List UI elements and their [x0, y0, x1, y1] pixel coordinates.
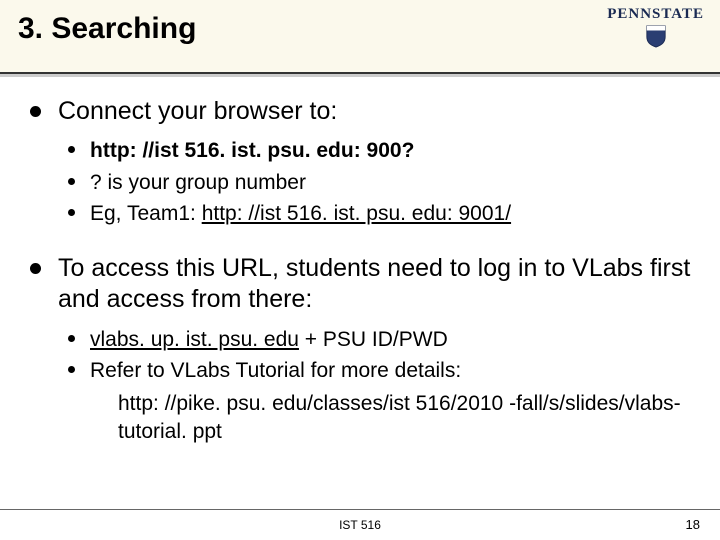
slide-title: 3. Searching: [18, 12, 196, 45]
bullet-text: Connect your browser to:: [58, 97, 337, 125]
tutorial-url: http: //pike. psu. edu/classes/ist 516/2…: [118, 392, 681, 442]
footer-course: IST 516: [0, 518, 720, 532]
pennstate-logo: PENNSTATE: [607, 6, 704, 53]
url-pattern-text: http: //ist 516. ist. psu. edu: 900?: [90, 139, 414, 162]
logo-text: PENNSTATE: [607, 6, 704, 23]
title-bar: 3. Searching PENNSTATE: [0, 0, 720, 74]
sub-bullet-group-number: ? is your group number: [64, 169, 692, 196]
vlabs-suffix: + PSU ID/PWD: [299, 328, 448, 351]
example-link[interactable]: http: //ist 516. ist. psu. edu: 9001/: [202, 202, 511, 225]
group-number-text: ? is your group number: [90, 171, 306, 194]
tutorial-url-block: http: //pike. psu. edu/classes/ist 516/2…: [118, 390, 692, 445]
example-prefix: Eg, Team1:: [90, 202, 202, 225]
bullet-connect: Connect your browser to: http: //ist 516…: [28, 96, 692, 227]
tutorial-text: Refer to VLabs Tutorial for more details…: [90, 359, 461, 382]
page-number: 18: [686, 517, 700, 532]
bullet-vlabs: To access this URL, students need to log…: [28, 253, 692, 445]
footer-divider: [0, 509, 720, 510]
sub-bullet-vlabs-url: vlabs. up. ist. psu. edu + PSU ID/PWD: [64, 326, 692, 353]
slide: 3. Searching PENNSTATE Connect your brow…: [0, 0, 720, 540]
sub-bullet-example: Eg, Team1: http: //ist 516. ist. psu. ed…: [64, 200, 692, 227]
vlabs-link[interactable]: vlabs. up. ist. psu. edu: [90, 328, 299, 351]
slide-body: Connect your browser to: http: //ist 516…: [0, 74, 720, 445]
sub-bullet-url-pattern: http: //ist 516. ist. psu. edu: 900?: [64, 137, 692, 164]
bullet-text: To access this URL, students need to log…: [58, 254, 690, 313]
shield-icon: [645, 24, 667, 48]
sub-bullet-tutorial: Refer to VLabs Tutorial for more details…: [64, 357, 692, 384]
